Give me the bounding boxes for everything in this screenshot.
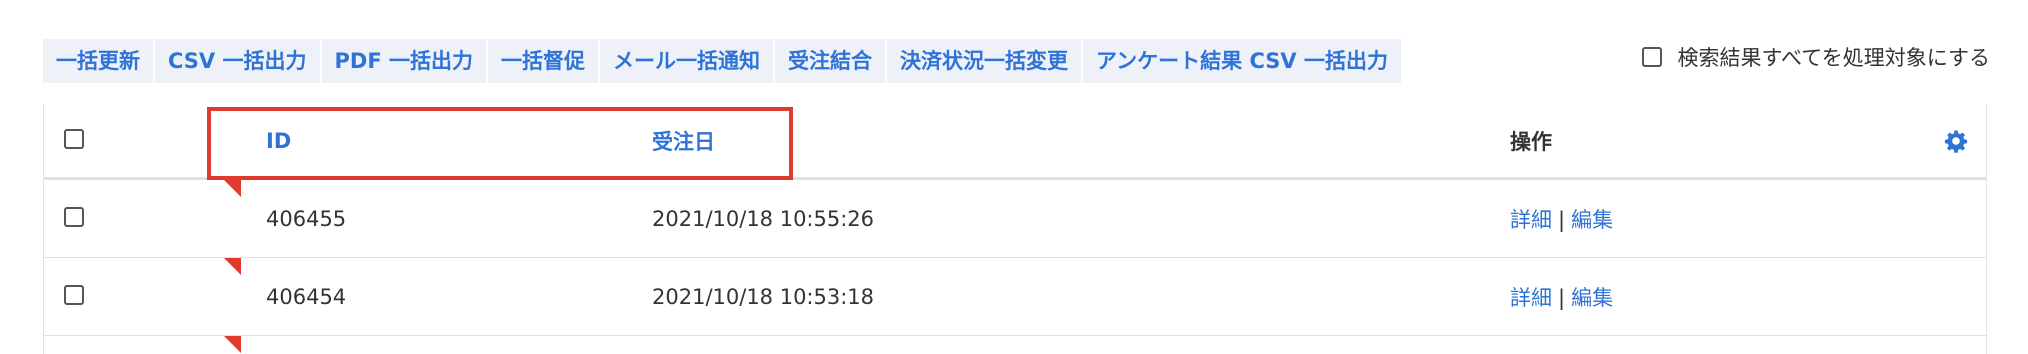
detail-link[interactable]: 詳細 bbox=[1510, 208, 1552, 232]
select-all-rows-checkbox[interactable] bbox=[64, 128, 84, 149]
row-checkbox[interactable] bbox=[64, 284, 84, 305]
pdf-export-button[interactable]: PDF 一括出力 bbox=[321, 39, 486, 83]
orders-table: ID 受注日 操作 406455 2021/10/18 10:55:26 詳細 |… bbox=[43, 104, 1987, 354]
bulk-reminder-button[interactable]: 一括督促 bbox=[487, 39, 598, 83]
row-operations: 詳細 | 編集 bbox=[1510, 204, 1613, 234]
select-all-results-checkbox[interactable] bbox=[1641, 47, 1662, 67]
select-all-results-option: 検索結果すべてを処理対象にする bbox=[1641, 42, 1990, 72]
header-cell-select bbox=[64, 128, 84, 153]
csv-export-button[interactable]: CSV 一括出力 bbox=[155, 39, 320, 83]
column-header-id[interactable]: ID bbox=[266, 129, 291, 153]
bulk-mail-notify-button[interactable]: メール一括通知 bbox=[599, 39, 773, 83]
bulk-payment-status-button[interactable]: 決済状況一括変更 bbox=[886, 39, 1081, 83]
order-list-page: 一括更新 CSV 一括出力 PDF 一括出力 一括督促 メール一括通知 受注結合… bbox=[0, 0, 2028, 354]
row-flag-marker bbox=[224, 336, 241, 353]
survey-csv-export-button[interactable]: アンケート結果 CSV 一括出力 bbox=[1082, 39, 1401, 83]
row-checkbox[interactable] bbox=[64, 206, 84, 227]
row-flag-marker bbox=[224, 180, 241, 197]
bulk-update-button[interactable]: 一括更新 bbox=[43, 39, 153, 83]
row-select-cell bbox=[64, 284, 84, 309]
table-row: 406455 2021/10/18 10:55:26 詳細 | 編集 bbox=[44, 180, 1986, 258]
column-header-order-date[interactable]: 受注日 bbox=[652, 126, 715, 156]
order-date: 2021/10/18 10:53:18 bbox=[652, 284, 875, 309]
operations-separator: | bbox=[1558, 207, 1566, 232]
detail-link[interactable]: 詳細 bbox=[1510, 286, 1552, 310]
merge-orders-button[interactable]: 受注結合 bbox=[774, 39, 885, 83]
select-all-results-label: 検索結果すべてを処理対象にする bbox=[1677, 46, 1990, 70]
row-flag-marker bbox=[224, 258, 241, 275]
order-id: 406454 bbox=[266, 284, 347, 309]
edit-link[interactable]: 編集 bbox=[1571, 286, 1613, 310]
row-select-cell bbox=[64, 206, 84, 231]
bulk-action-toolbar: 一括更新 CSV 一括出力 PDF 一括出力 一括督促 メール一括通知 受注結合… bbox=[43, 39, 1403, 83]
edit-link[interactable]: 編集 bbox=[1571, 208, 1613, 232]
table-row: 406454 2021/10/18 10:53:18 詳細 | 編集 bbox=[44, 258, 1986, 336]
order-date: 2021/10/18 10:55:26 bbox=[652, 206, 875, 231]
order-id: 406455 bbox=[266, 206, 347, 231]
column-header-operations: 操作 bbox=[1510, 129, 1552, 154]
table-header-row: ID 受注日 操作 bbox=[44, 104, 1986, 180]
operations-separator: | bbox=[1558, 285, 1566, 310]
gear-icon[interactable] bbox=[1944, 129, 1968, 153]
row-operations: 詳細 | 編集 bbox=[1510, 282, 1613, 312]
